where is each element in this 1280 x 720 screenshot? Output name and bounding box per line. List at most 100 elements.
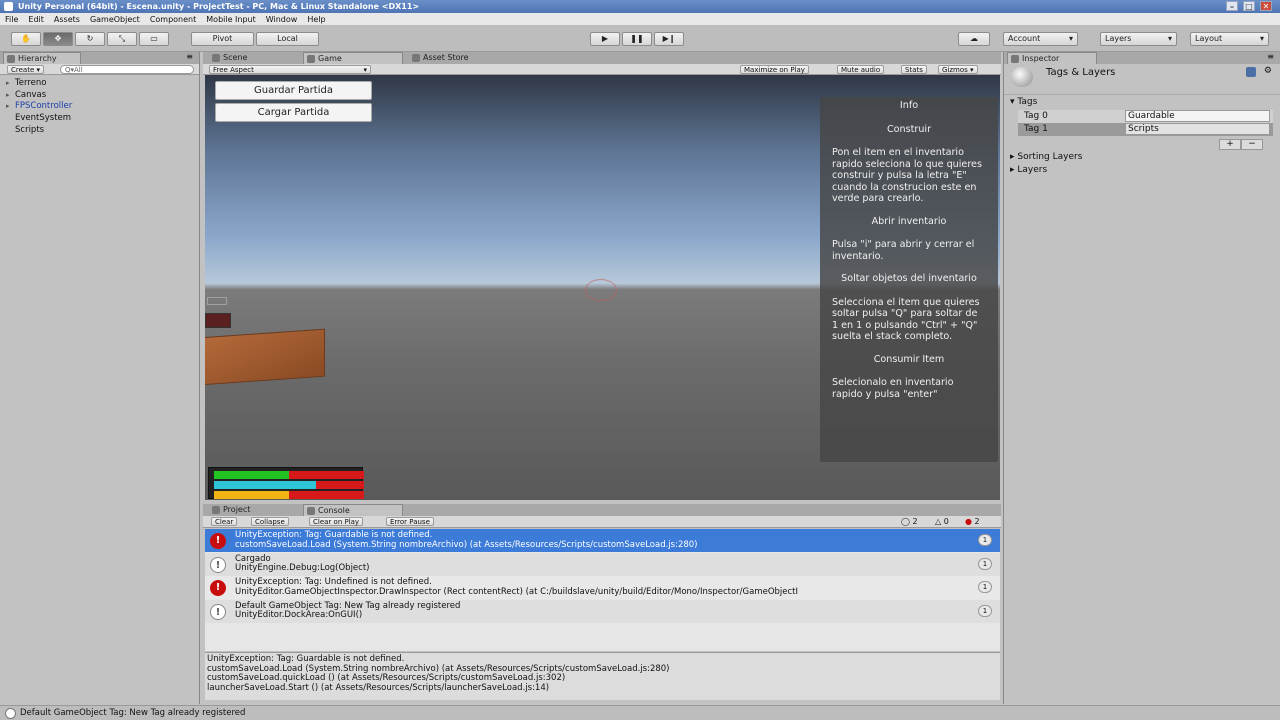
console-entry[interactable]: ! Default GameObject Tag: New Tag already… [205, 599, 1000, 623]
entry-count-badge: 1 [978, 557, 992, 570]
play-button[interactable]: ▶ [590, 32, 620, 46]
cloud-button[interactable]: ☁ [958, 32, 990, 46]
console-detail: UnityException: Tag: Guardable is not de… [205, 652, 1000, 700]
expand-arrow-icon[interactable]: ▸ [6, 78, 15, 89]
scale-icon: ⤡ [118, 34, 126, 43]
create-dropdown[interactable]: Create ▾ [7, 65, 45, 74]
tags-section: ▾ Tags Tag 0 Guardable Tag 1 Scripts + −… [1004, 94, 1280, 175]
save-game-button[interactable]: Guardar Partida [215, 81, 372, 100]
pause-button[interactable]: ❚❚ [622, 32, 652, 46]
load-game-button[interactable]: Cargar Partida [215, 103, 372, 122]
game-viewport[interactable]: Guardar Partida Cargar Partida Info Const… [205, 75, 1000, 500]
move-tool-button[interactable]: ✥ [43, 32, 73, 46]
hierarchy-item[interactable]: ▸ FPSController [6, 101, 72, 112]
tags-foldout[interactable]: ▾ Tags [1010, 97, 1037, 107]
inspector-tabstrip: Inspector ≡ [1004, 52, 1280, 64]
console-entry[interactable]: ! Cargado UnityEngine.Debug:Log(Object) 1 [205, 552, 1000, 576]
game-tabstrip: Scene Game Asset Store [203, 52, 1001, 64]
sorting-layers-foldout[interactable]: ▸ Sorting Layers [1010, 152, 1082, 162]
gizmos-dropdown[interactable]: Gizmos ▾ [938, 65, 978, 74]
info-icon: ◯ [901, 517, 910, 526]
error-pause-toggle[interactable]: Error Pause [386, 517, 434, 526]
account-dropdown[interactable]: Account ▾ [1003, 32, 1078, 46]
hierarchy-item[interactable]: ▸ Canvas [6, 90, 46, 101]
hierarchy-item[interactable]: Scripts [6, 125, 44, 136]
hand-tool-button[interactable]: ✋ [11, 32, 41, 46]
menu-component[interactable]: Component [145, 13, 201, 26]
scale-tool-button[interactable]: ⤡ [107, 32, 137, 46]
warning-count-toggle[interactable]: △ 0 [935, 517, 949, 526]
panel-menu-icon[interactable]: ≡ [1267, 52, 1274, 61]
add-tag-button[interactable]: + [1219, 139, 1241, 150]
minimize-button[interactable]: – [1226, 1, 1238, 11]
expand-arrow-icon[interactable]: ▸ [6, 90, 15, 101]
pause-icon: ❚❚ [630, 34, 644, 43]
console-entry[interactable]: ! UnityException: Tag: Undefined is not d… [205, 576, 1000, 599]
tag-1-label: Tag 1 [1024, 124, 1048, 134]
tab-hierarchy[interactable]: Hierarchy [3, 52, 81, 64]
hierarchy-item-label: FPSController [15, 101, 73, 112]
entry-count-badge: 1 [978, 534, 992, 546]
aspect-dropdown[interactable]: Free Aspect ▾ [209, 65, 371, 74]
menu-file[interactable]: File [0, 13, 23, 26]
hierarchy-icon [7, 55, 15, 63]
inspector-panel: Inspector ≡ Tags & Layers ⚙ ▾ Tags Tag 0… [1003, 52, 1280, 704]
menu-help[interactable]: Help [302, 13, 330, 26]
tab-asset-store[interactable]: Asset Store [409, 52, 509, 64]
close-button[interactable]: ✕ [1260, 1, 1272, 11]
rect-tool-button[interactable]: ▭ [139, 32, 169, 46]
tab-scene[interactable]: Scene [209, 52, 299, 64]
layers-foldout[interactable]: ▸ Layers [1010, 165, 1047, 175]
layers-dropdown[interactable]: Layers ▾ [1100, 32, 1177, 46]
clear-on-play-toggle[interactable]: Clear on Play [309, 517, 364, 526]
error-icon: ! [210, 533, 226, 549]
tag-row-1: Tag 1 Scripts [1018, 123, 1273, 136]
tag-1-field[interactable]: Scripts [1125, 123, 1270, 135]
error-count-toggle[interactable]: ● 2 [965, 517, 980, 526]
stat-bar [214, 491, 364, 499]
menu-gameobject[interactable]: GameObject [85, 13, 145, 26]
menu-mobile-input[interactable]: Mobile Input [201, 13, 261, 26]
clear-button[interactable]: Clear [211, 517, 238, 526]
maximize-button[interactable]: □ [1243, 1, 1255, 11]
tab-console[interactable]: Console [303, 504, 403, 516]
expand-arrow-icon[interactable]: ▸ [6, 101, 15, 112]
tab-inspector[interactable]: Inspector [1007, 52, 1097, 64]
panel-menu-icon[interactable]: ≡ [186, 52, 193, 61]
info-heading: Soltar objetos del inventario [841, 273, 977, 284]
mute-audio-toggle[interactable]: Mute audio [837, 65, 885, 74]
console-toolbar: Clear Collapse Clear on Play Error Pause… [203, 516, 1001, 528]
info-icon: ! [210, 603, 226, 620]
menu-assets[interactable]: Assets [49, 13, 85, 26]
tab-project[interactable]: Project [209, 504, 299, 516]
hand-icon: ✋ [21, 34, 31, 43]
rotate-tool-button[interactable]: ↻ [75, 32, 105, 46]
step-button[interactable]: ▶❙ [654, 32, 684, 46]
remove-tag-button[interactable]: − [1241, 139, 1263, 150]
help-icon[interactable] [1246, 67, 1256, 77]
status-message[interactable]: Default GameObject Tag: New Tag already … [20, 708, 245, 718]
hierarchy-item[interactable]: ▸ Terreno [6, 78, 46, 89]
menu-window[interactable]: Window [261, 13, 303, 26]
hierarchy-item[interactable]: EventSystem [6, 113, 71, 124]
console-entry[interactable]: ! UnityException: Tag: Guardable is not d… [205, 529, 1000, 552]
asset-store-icon [412, 54, 420, 62]
info-count-toggle[interactable]: ◯ 2 [901, 517, 918, 526]
layout-dropdown[interactable]: Layout ▾ [1190, 32, 1269, 46]
tag-0-field[interactable]: Guardable [1125, 110, 1270, 122]
maximize-on-play-toggle[interactable]: Maximize on Play [740, 65, 809, 74]
hierarchy-search-input[interactable]: Q▾All [60, 65, 194, 74]
menu-edit[interactable]: Edit [23, 13, 49, 26]
hud-slot-icon [205, 313, 231, 328]
inspector-icon [1011, 55, 1019, 63]
local-toggle[interactable]: Local [256, 32, 319, 46]
tab-game[interactable]: Game [303, 52, 403, 64]
info-icon: ! [210, 556, 226, 573]
settings-gear-icon[interactable]: ⚙ [1264, 66, 1272, 76]
console-entry-text: Default GameObject Tag: New Tag already … [235, 601, 460, 621]
hierarchy-item-label: Terreno [15, 78, 47, 88]
collapse-button[interactable]: Collapse [251, 517, 289, 526]
pivot-toggle[interactable]: Pivot [191, 32, 254, 46]
entry-count-badge: 1 [978, 604, 992, 617]
stats-toggle[interactable]: Stats [901, 65, 927, 74]
